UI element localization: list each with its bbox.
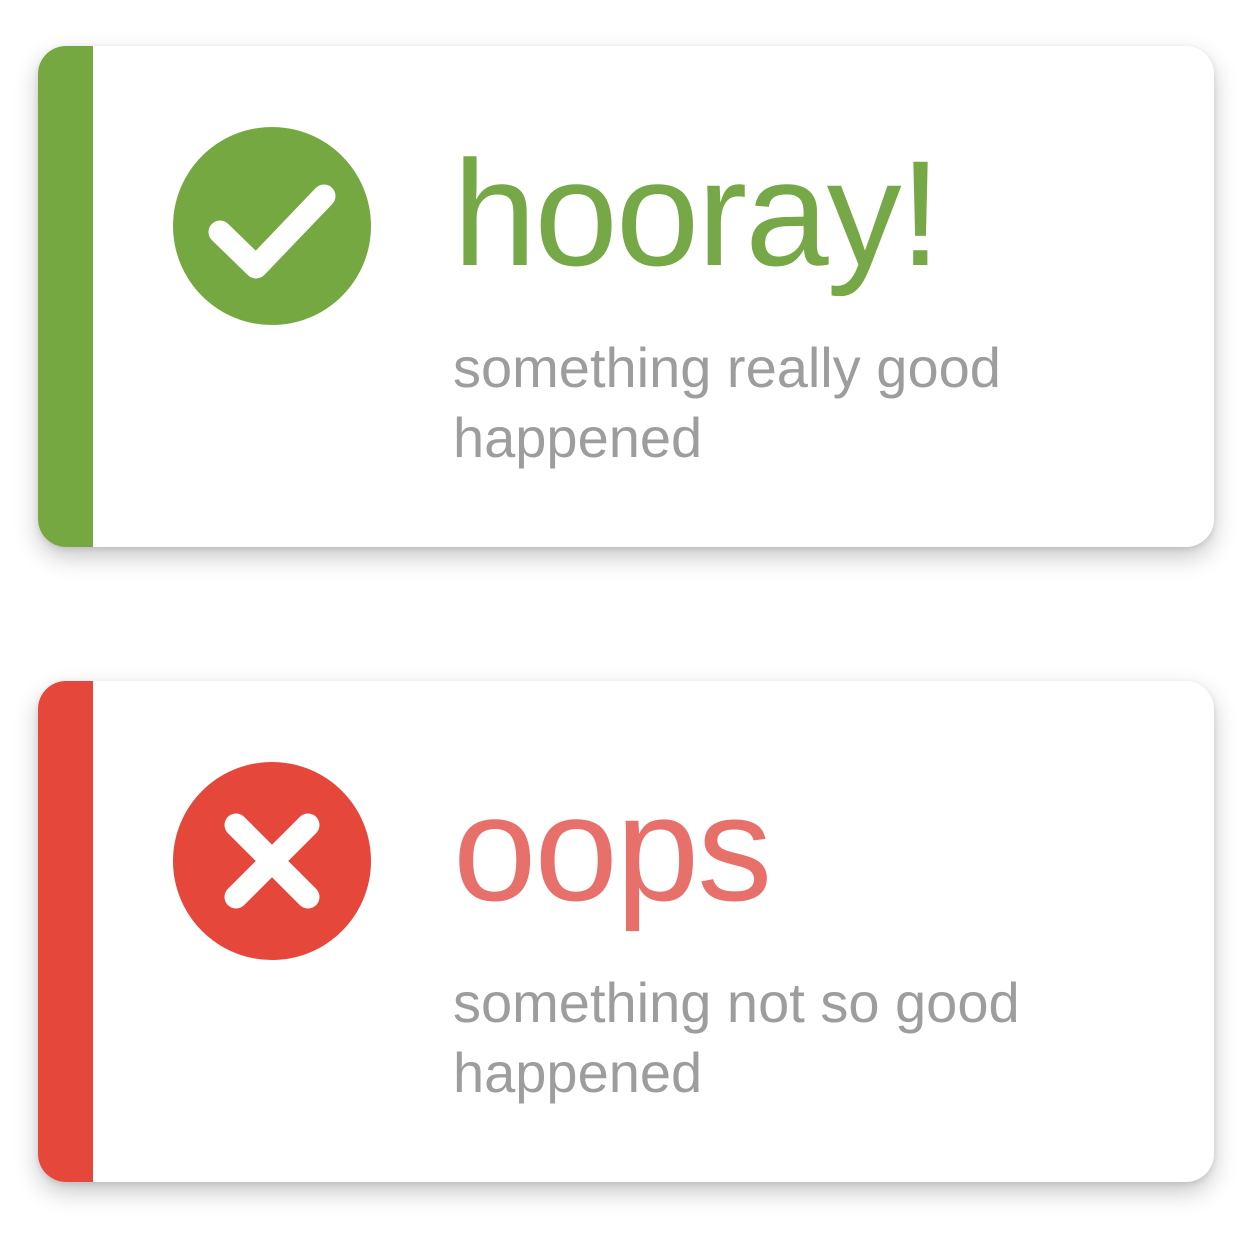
error-message: something not so good happened: [453, 971, 1020, 1104]
success-message: something really good happened: [453, 336, 1001, 469]
success-accent-bar: [38, 46, 93, 547]
check-circle-icon: [173, 127, 371, 325]
success-toast: hooray! something really good happened: [38, 46, 1214, 547]
x-circle-icon: [173, 762, 371, 960]
error-toast: oops something not so good happened: [38, 681, 1214, 1182]
error-accent-bar: [38, 681, 93, 1182]
success-title: hooray!: [453, 129, 941, 297]
error-title: oops: [453, 764, 772, 932]
